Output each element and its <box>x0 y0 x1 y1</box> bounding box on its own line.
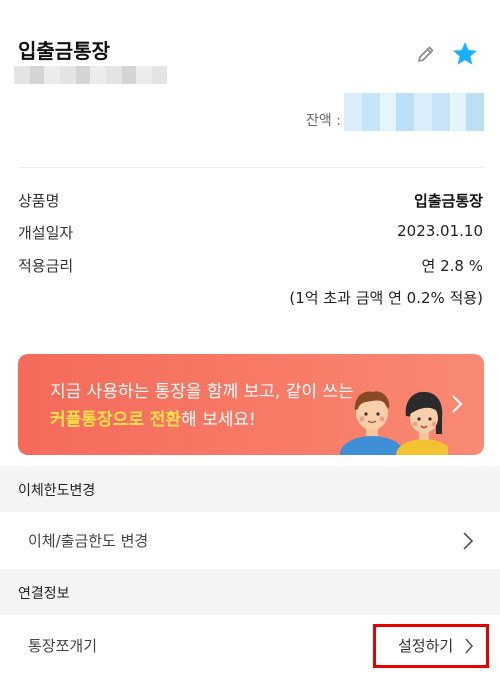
account-split-label: 통장쪼개기 <box>28 637 98 655</box>
detail-value-open-date: 2023.01.10 <box>397 222 483 240</box>
transfer-limit-row[interactable]: 이체/출금한도 변경 <box>0 512 500 569</box>
section-title-linked-info: 연결정보 <box>18 586 70 602</box>
balance-label: 잔액 : <box>306 113 341 129</box>
account-title: 입출금통장 <box>18 39 110 63</box>
detail-label-open-date: 개설일자 <box>18 224 74 242</box>
section-header-linked-info: 연결정보 <box>0 569 500 615</box>
divider <box>18 167 484 168</box>
banner-chevron-right-icon <box>452 395 463 413</box>
section-header-transfer-limit: 이체한도변경 <box>0 466 500 512</box>
star-icon[interactable] <box>451 40 479 68</box>
section-title-transfer-limit: 이체한도변경 <box>18 483 96 499</box>
transfer-limit-label: 이체/출금한도 변경 <box>28 532 149 550</box>
couple-account-banner[interactable]: 지금 사용하는 통장을 함께 보고, 같이 쓰는 커플통장으로 전환해 보세요! <box>18 354 484 455</box>
banner-line2: 커플통장으로 전환해 보세요! <box>50 405 256 430</box>
chevron-right-icon <box>463 532 474 550</box>
couple-illustration <box>340 391 448 455</box>
account-number-masked <box>14 66 167 84</box>
detail-label-product: 상품명 <box>18 192 60 210</box>
banner-line2-rest: 해 보세요! <box>181 410 256 430</box>
pencil-icon[interactable] <box>414 42 438 66</box>
balance-value-masked <box>344 93 484 131</box>
highlight-outline <box>373 624 489 668</box>
detail-value-product: 입출금통장 <box>413 192 483 210</box>
banner-line1: 지금 사용하는 통장을 함께 보고, 같이 쓰는 <box>50 382 354 402</box>
detail-value-rate: 연 2.8 % <box>421 257 483 275</box>
rate-note: (1억 초과 금액 연 0.2% 적용) <box>289 289 483 307</box>
detail-label-rate: 적용금리 <box>18 257 74 275</box>
banner-highlight: 커플통장으로 전환 <box>50 410 182 430</box>
